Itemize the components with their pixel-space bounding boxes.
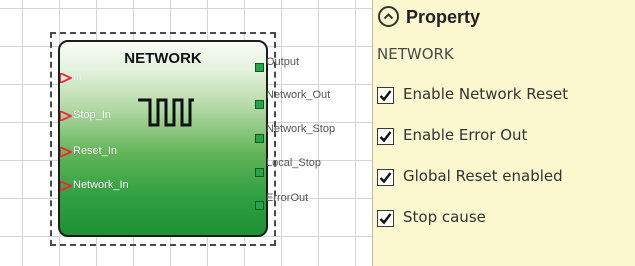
output-port-output[interactable] xyxy=(255,63,264,72)
chevron-up-circle-icon[interactable] xyxy=(378,6,399,27)
output-label: Network_Out xyxy=(266,89,331,101)
option-label: Enable Error Out xyxy=(403,126,528,144)
panel-subtitle: NETWORK xyxy=(377,45,454,63)
input-arrow-icon xyxy=(60,73,72,83)
checkbox[interactable] xyxy=(377,128,394,145)
panel-title: Property xyxy=(406,7,481,27)
checkbox[interactable] xyxy=(377,169,394,186)
checkmark-icon xyxy=(379,213,392,225)
option-label: Stop cause xyxy=(403,208,486,226)
input-label: Stop_In xyxy=(73,109,111,121)
output-label: Local_Stop xyxy=(266,157,322,169)
checkmark-icon xyxy=(379,172,392,184)
output-port-local-stop[interactable] xyxy=(255,168,264,177)
property-panel: Property NETWORK Enable Network Reset En… xyxy=(373,0,635,266)
output-port-network-stop[interactable] xyxy=(255,134,264,143)
output-port-network-out[interactable] xyxy=(255,100,264,109)
output-port-error-out[interactable] xyxy=(255,201,264,210)
input-label: Reset_In xyxy=(73,145,118,157)
block-title: NETWORK xyxy=(124,50,202,67)
option-label: Enable Network Reset xyxy=(403,85,569,103)
output-label: Network_Stop xyxy=(266,123,336,135)
output-label: ErrorOut xyxy=(266,192,309,204)
square-wave-icon xyxy=(138,98,194,127)
checkbox[interactable] xyxy=(377,87,394,104)
checkmark-icon xyxy=(379,131,392,143)
input-arrow-icon xyxy=(60,111,72,121)
output-label: Output xyxy=(266,56,300,68)
network-block[interactable]: NETWORK In Stop_In Reset_In Network_In xyxy=(58,40,268,237)
option-label: Global Reset enabled xyxy=(403,167,563,185)
input-label: Network_In xyxy=(73,179,129,191)
checkmark-icon xyxy=(379,90,392,102)
input-arrow-icon xyxy=(60,147,72,157)
input-arrow-icon xyxy=(60,181,72,191)
input-label: In xyxy=(73,71,83,83)
checkbox[interactable] xyxy=(377,210,394,227)
design-canvas[interactable]: NETWORK In Stop_In Reset_In Network_In O… xyxy=(0,0,372,266)
